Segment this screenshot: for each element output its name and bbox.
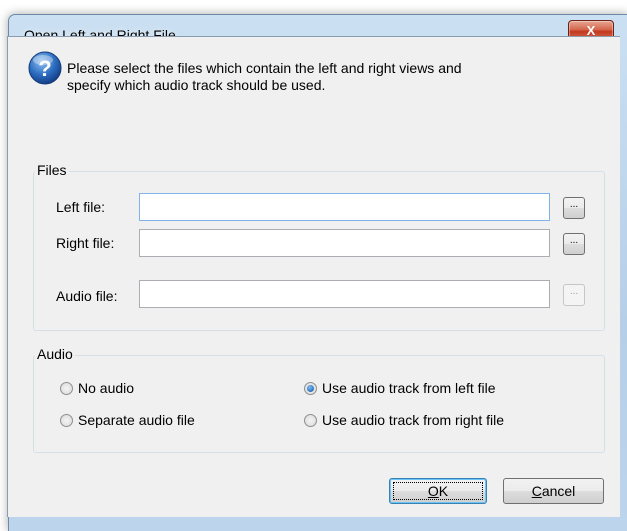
ok-button[interactable]: OK [389,478,487,504]
left-file-browse-button[interactable]: ... [563,197,585,219]
radio-no-audio[interactable]: No audio [60,380,134,396]
svg-text:?: ? [38,56,51,81]
focus-ring [393,482,483,500]
right-file-browse-button[interactable]: ... [563,233,585,255]
left-file-input[interactable] [139,193,550,221]
radio-audio-from-right-file[interactable]: Use audio track from right file [304,412,504,428]
right-file-label: Right file: [56,235,115,251]
files-group-title: Files [35,162,69,178]
radio-button-selected[interactable] [304,381,317,395]
instruction-text: Please select the files which contain th… [67,60,462,93]
cancel-button[interactable]: Cancel [503,478,604,504]
radio-button[interactable] [304,413,317,427]
audio-group-title: Audio [35,346,75,362]
left-file-label: Left file: [56,199,106,215]
right-file-input[interactable] [139,229,550,257]
audio-groupbox [33,355,605,453]
radio-label: Use audio track from left file [322,380,496,396]
radio-audio-from-left-file[interactable]: Use audio track from left file [304,380,496,396]
audio-file-label: Audio file: [56,288,118,304]
radio-label: Separate audio file [78,412,195,428]
question-icon: ? [28,51,62,88]
radio-label: Use audio track from right file [322,412,505,428]
radio-button[interactable] [60,381,73,395]
audio-file-input[interactable] [139,280,550,308]
cancel-label-rest: ancel [541,483,576,499]
radio-separate-audio-file[interactable]: Separate audio file [60,412,195,428]
radio-button[interactable] [60,413,73,427]
cancel-mnemonic: C [531,483,542,499]
radio-label: No audio [78,380,135,396]
audio-file-browse-button[interactable]: ... [563,284,585,306]
